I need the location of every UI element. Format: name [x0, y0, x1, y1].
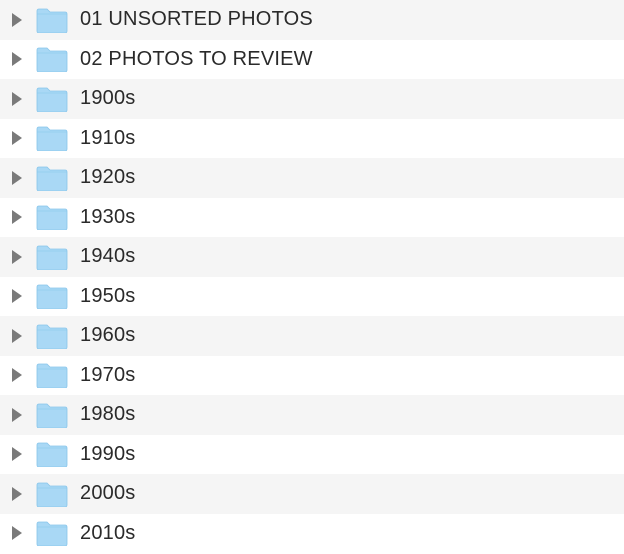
folder-icon [36, 204, 68, 230]
folder-label: 1980s [80, 403, 136, 426]
folder-label: 1910s [80, 127, 136, 150]
folder-row[interactable]: 2000s [0, 474, 624, 514]
folder-row[interactable]: 1940s [0, 237, 624, 277]
disclosure-triangle-icon[interactable] [12, 250, 22, 264]
folder-label: 1920s [80, 166, 136, 189]
disclosure-triangle-icon[interactable] [12, 92, 22, 106]
disclosure-triangle-icon[interactable] [12, 131, 22, 145]
folder-row[interactable]: 1990s [0, 435, 624, 475]
folder-label: 1950s [80, 285, 136, 308]
folder-icon [36, 165, 68, 191]
folder-label: 1930s [80, 206, 136, 229]
folder-icon [36, 7, 68, 33]
folder-row[interactable]: 1960s [0, 316, 624, 356]
disclosure-triangle-icon[interactable] [12, 289, 22, 303]
folder-icon [36, 244, 68, 270]
folder-label: 1900s [80, 87, 136, 110]
disclosure-triangle-icon[interactable] [12, 487, 22, 501]
folder-row[interactable]: 01 UNSORTED PHOTOS [0, 0, 624, 40]
folder-row[interactable]: 1950s [0, 277, 624, 317]
folder-icon [36, 125, 68, 151]
folder-label: 01 UNSORTED PHOTOS [80, 8, 313, 31]
disclosure-triangle-icon[interactable] [12, 408, 22, 422]
disclosure-triangle-icon[interactable] [12, 447, 22, 461]
folder-label: 1990s [80, 443, 136, 466]
folder-icon [36, 46, 68, 72]
folder-row[interactable]: 1920s [0, 158, 624, 198]
folder-list: 01 UNSORTED PHOTOS 02 PHOTOS TO REVIEW 1… [0, 0, 624, 553]
folder-row[interactable]: 1910s [0, 119, 624, 159]
folder-icon [36, 520, 68, 546]
folder-icon [36, 402, 68, 428]
disclosure-triangle-icon[interactable] [12, 368, 22, 382]
folder-row[interactable]: 1930s [0, 198, 624, 238]
disclosure-triangle-icon[interactable] [12, 171, 22, 185]
disclosure-triangle-icon[interactable] [12, 329, 22, 343]
folder-label: 1940s [80, 245, 136, 268]
folder-label: 1970s [80, 364, 136, 387]
disclosure-triangle-icon[interactable] [12, 526, 22, 540]
folder-row[interactable]: 1980s [0, 395, 624, 435]
folder-icon [36, 362, 68, 388]
folder-row[interactable]: 2010s [0, 514, 624, 554]
folder-icon [36, 86, 68, 112]
folder-row[interactable]: 1970s [0, 356, 624, 396]
folder-label: 02 PHOTOS TO REVIEW [80, 48, 313, 71]
folder-label: 2010s [80, 522, 136, 545]
disclosure-triangle-icon[interactable] [12, 52, 22, 66]
folder-icon [36, 481, 68, 507]
folder-icon [36, 283, 68, 309]
folder-row[interactable]: 1900s [0, 79, 624, 119]
disclosure-triangle-icon[interactable] [12, 13, 22, 27]
folder-icon [36, 441, 68, 467]
folder-row[interactable]: 02 PHOTOS TO REVIEW [0, 40, 624, 80]
folder-label: 2000s [80, 482, 136, 505]
folder-icon [36, 323, 68, 349]
disclosure-triangle-icon[interactable] [12, 210, 22, 224]
folder-label: 1960s [80, 324, 136, 347]
